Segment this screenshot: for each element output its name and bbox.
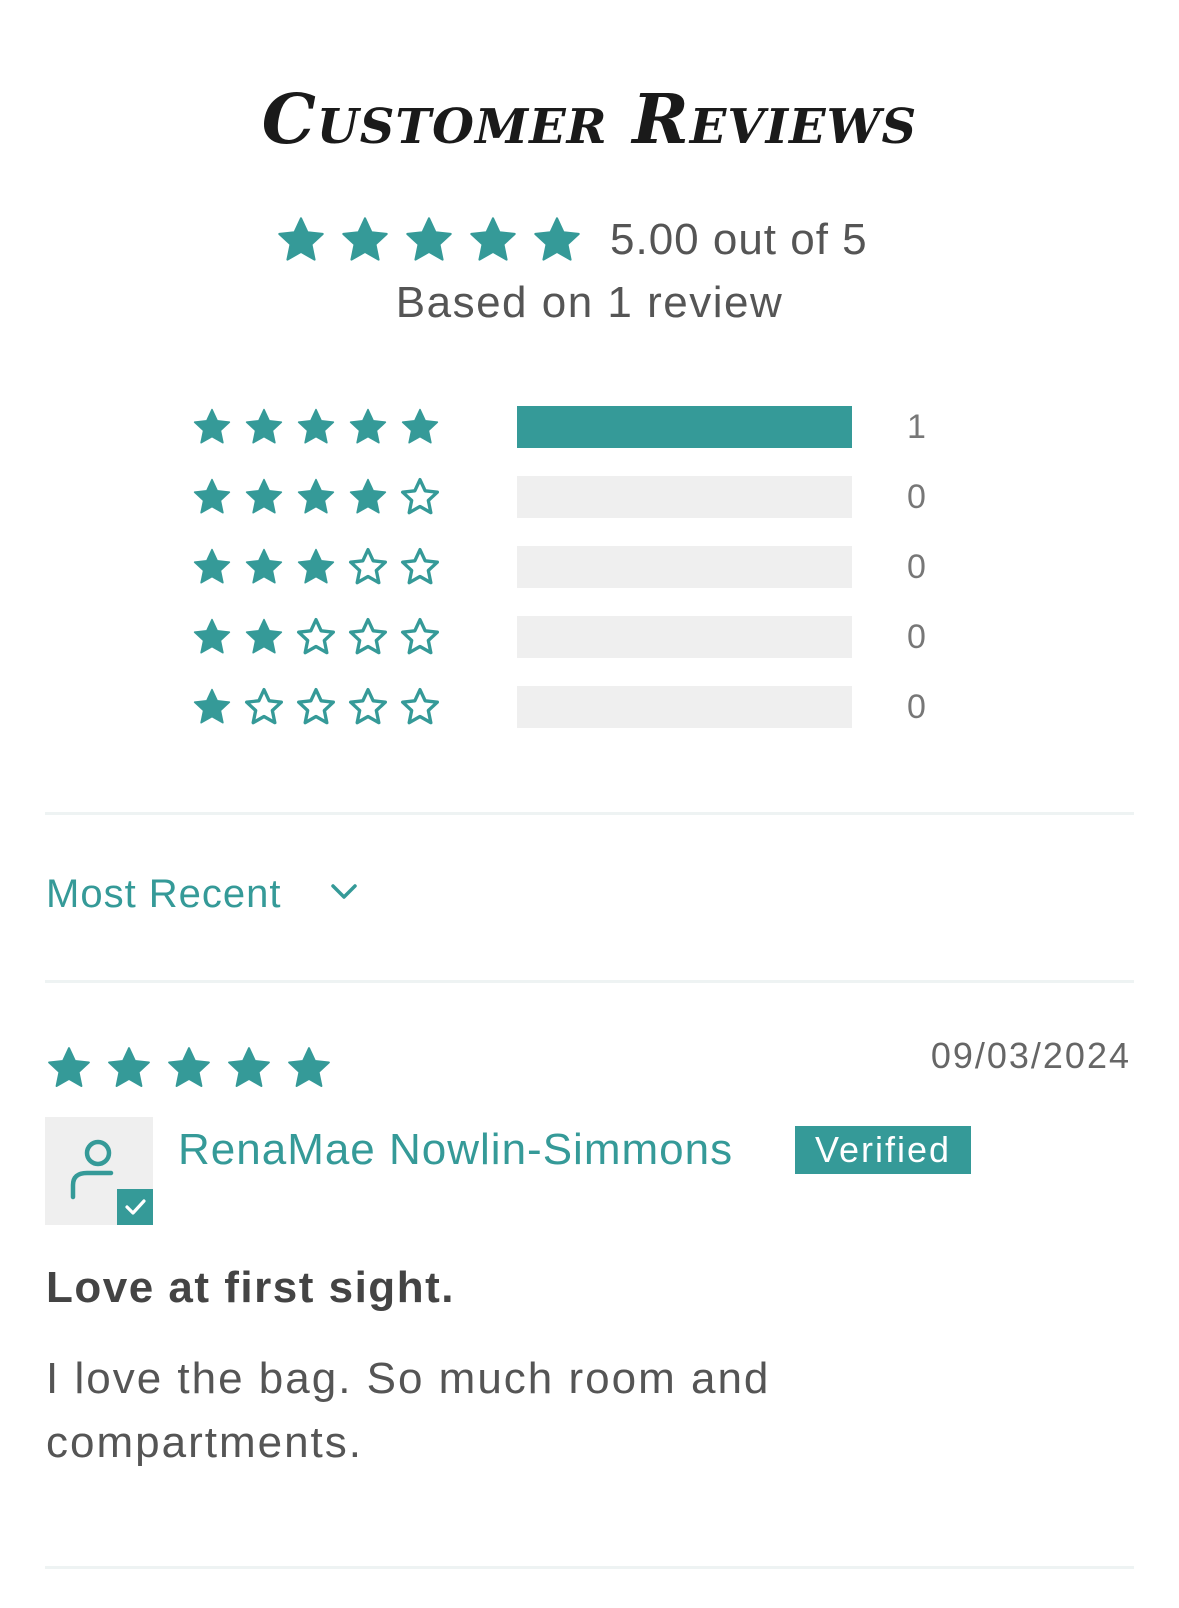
star-filled-icon (245, 408, 283, 444)
histogram-count: 0 (907, 548, 926, 586)
chevron-down-icon (330, 883, 358, 906)
row-stars (192, 617, 440, 657)
review-body: I love the bag. So much room and compart… (46, 1354, 771, 1467)
star-filled-icon (245, 548, 283, 584)
star-filled-icon (288, 1047, 330, 1087)
histogram-bar (517, 686, 852, 728)
star-filled-icon (245, 478, 283, 514)
star-outline-icon (297, 618, 335, 655)
page-title: Customer Reviews (261, 80, 918, 160)
histogram-row-1[interactable]: 0 (192, 686, 926, 728)
histogram-row-4[interactable]: 0 (192, 476, 926, 518)
histogram-bar (517, 406, 852, 448)
star-outline-icon (401, 618, 439, 655)
star-outline-icon (349, 688, 387, 725)
summary-stars (276, 215, 582, 265)
row-stars (192, 477, 440, 517)
avatar (45, 1117, 153, 1225)
star-filled-icon (534, 217, 580, 261)
star-filled-icon (297, 408, 335, 444)
star-filled-icon (228, 1047, 270, 1087)
row-stars (192, 687, 440, 727)
star-outline-icon (349, 618, 387, 655)
histogram-bar-fill (517, 406, 852, 448)
star-filled-icon (108, 1047, 150, 1087)
histogram-row-5[interactable]: 1 (192, 406, 926, 448)
histogram-count: 0 (907, 478, 926, 516)
row-stars (192, 547, 440, 587)
histogram-bar (517, 616, 852, 658)
average-rating-text: 5.00 out of 5 (610, 215, 868, 264)
star-filled-icon (349, 478, 387, 514)
star-filled-icon (193, 478, 231, 514)
review-author: RenaMae Nowlin-Simmons (178, 1125, 734, 1174)
star-filled-icon (193, 408, 231, 444)
histogram-row-2[interactable]: 0 (192, 616, 926, 658)
review-date: 09/03/2024 (930, 1035, 1131, 1076)
star-filled-icon (401, 408, 439, 444)
star-filled-icon (297, 548, 335, 584)
star-filled-icon (245, 618, 283, 654)
star-filled-icon (168, 1047, 210, 1087)
review-title: Love at first sight. (46, 1263, 455, 1312)
star-outline-icon (401, 478, 439, 515)
histogram-bar (517, 476, 852, 518)
star-filled-icon (193, 618, 231, 654)
star-outline-icon (401, 548, 439, 585)
star-outline-icon (297, 688, 335, 725)
histogram-count: 0 (907, 688, 926, 726)
check-icon (117, 1189, 153, 1225)
review-count-text: Based on 1 review (395, 278, 784, 327)
star-filled-icon (278, 217, 324, 261)
histogram-count: 0 (907, 618, 926, 656)
star-filled-icon (342, 217, 388, 261)
histogram-bar (517, 546, 852, 588)
star-filled-icon (406, 217, 452, 261)
sort-selected-label: Most Recent (46, 872, 282, 916)
star-filled-icon (193, 548, 231, 584)
star-outline-icon (349, 548, 387, 585)
histogram-count: 1 (907, 408, 926, 446)
star-outline-icon (245, 688, 283, 725)
review-rating-stars (46, 1045, 332, 1091)
divider (45, 1566, 1134, 1569)
star-filled-icon (297, 478, 335, 514)
star-outline-icon (401, 688, 439, 725)
star-filled-icon (470, 217, 516, 261)
star-filled-icon (349, 408, 387, 444)
row-stars (192, 407, 440, 447)
histogram-row-3[interactable]: 0 (192, 546, 926, 588)
star-filled-icon (193, 688, 231, 724)
verified-badge: Verified (795, 1126, 972, 1174)
divider (45, 980, 1134, 983)
star-filled-icon (48, 1047, 90, 1087)
rating-summary: 5.00 out of 5 (276, 215, 868, 265)
divider (45, 812, 1134, 815)
sort-dropdown[interactable]: Most Recent (46, 872, 358, 917)
